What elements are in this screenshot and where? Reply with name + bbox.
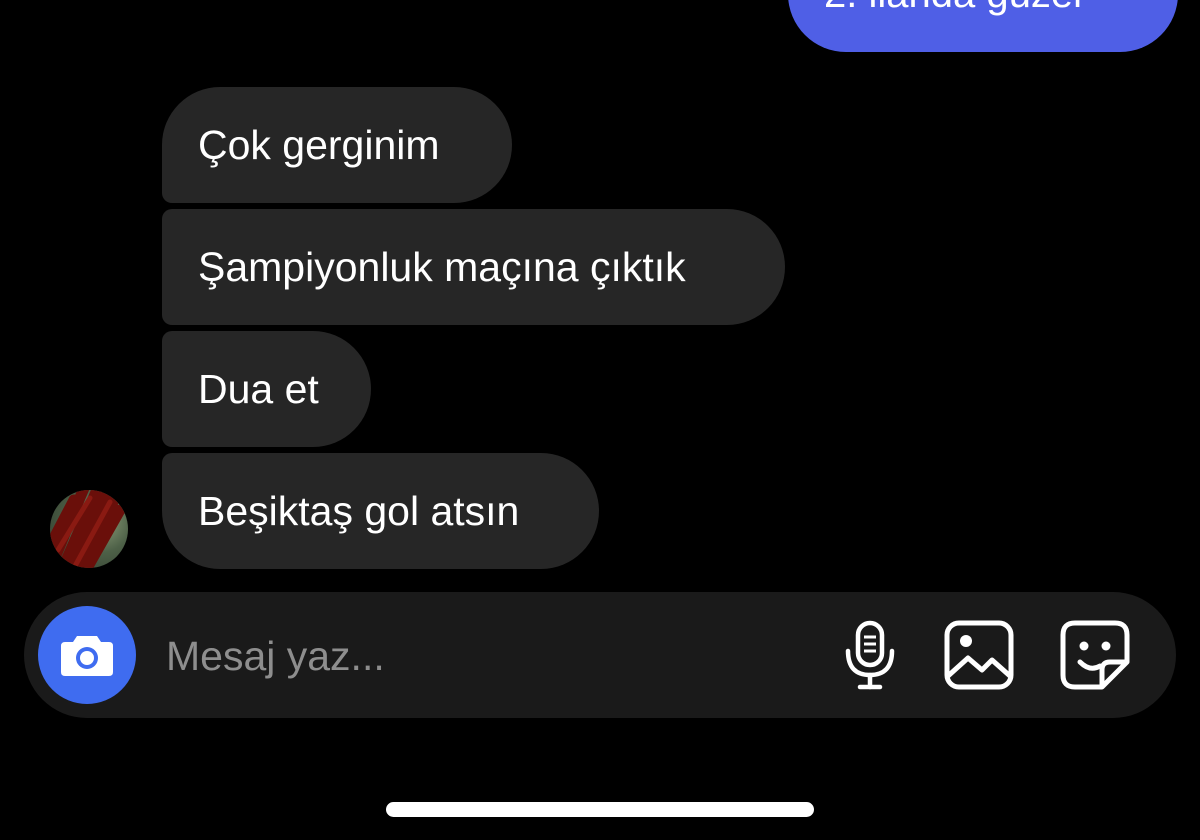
received-message-text: Beşiktaş gol atsın [198, 488, 520, 534]
home-indicator[interactable] [386, 802, 814, 817]
received-message-text: Çok gerginim [198, 122, 440, 168]
sender-avatar[interactable] [50, 490, 128, 568]
redaction-scribble [50, 490, 126, 568]
received-message-text: Şampiyonluk maçına çıktık [198, 244, 686, 290]
received-message-bubble[interactable]: Çok gerginim [162, 87, 512, 203]
camera-icon [59, 632, 115, 678]
microphone-icon [842, 619, 898, 691]
message-composer [24, 592, 1176, 718]
sent-message-bubble[interactable]: 2. ilanda güzel [788, 0, 1178, 52]
received-message-text: Dua et [198, 366, 319, 412]
sticker-button[interactable] [1058, 618, 1132, 692]
gallery-button[interactable] [942, 618, 1016, 692]
received-message-bubble[interactable]: Şampiyonluk maçına çıktık [162, 209, 785, 325]
sent-message-text: 2. ilanda güzel [824, 0, 1082, 18]
sticker-icon [1060, 620, 1130, 690]
image-icon [944, 620, 1014, 690]
voice-message-button[interactable] [834, 614, 906, 696]
message-input[interactable] [164, 625, 808, 687]
camera-button[interactable] [38, 606, 136, 704]
received-message-bubble[interactable]: Dua et [162, 331, 371, 447]
received-message-bubble[interactable]: Beşiktaş gol atsın [162, 453, 599, 569]
